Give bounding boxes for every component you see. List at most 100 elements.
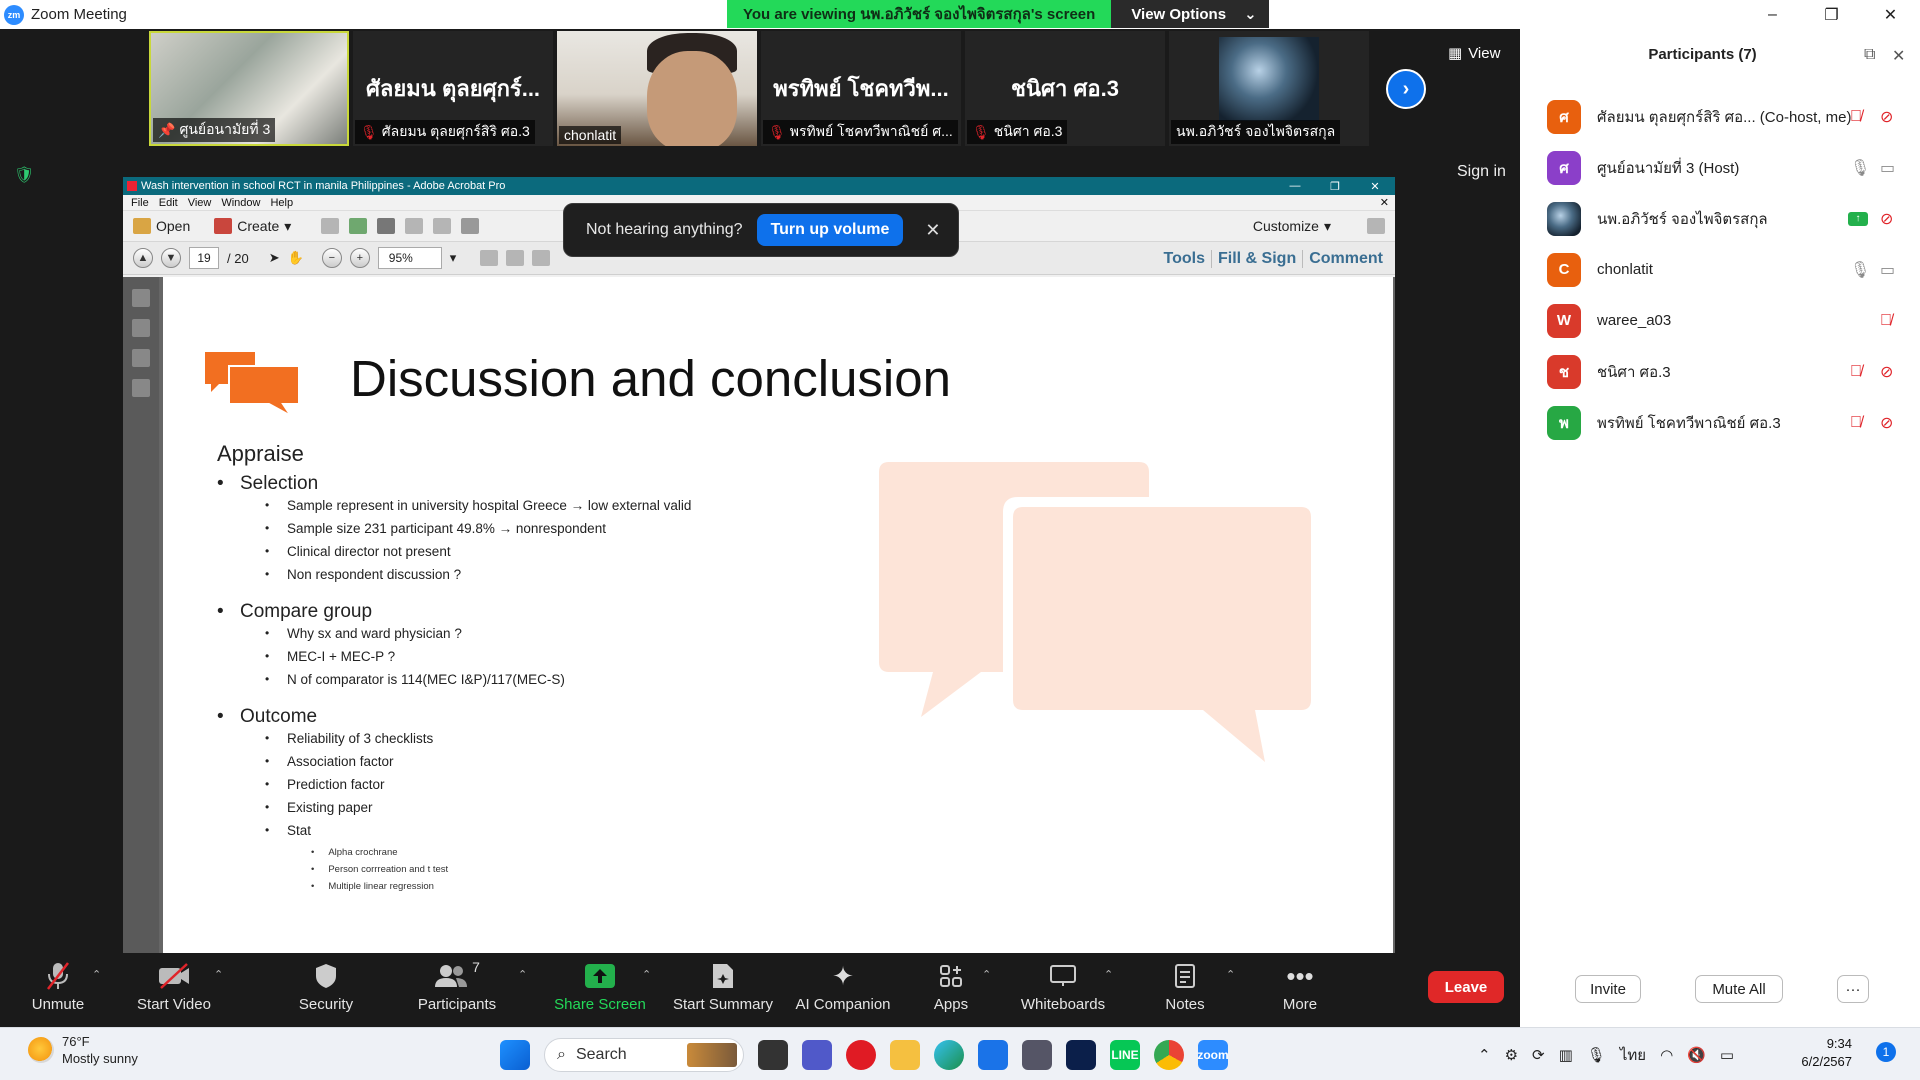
video-tile[interactable]: พรทิพย์ โชคทวีพ... 🎙 พรทิพย์ โชคทวีพาณิชย…	[761, 31, 961, 146]
print-icon[interactable]	[377, 218, 396, 234]
comment-link[interactable]: Comment	[1302, 249, 1389, 268]
open-button[interactable]: Open	[133, 218, 190, 234]
app-icon[interactable]	[1022, 1040, 1052, 1070]
participants-caret[interactable]: ⌃	[518, 968, 527, 981]
security-shield-icon[interactable]: 🛡	[14, 165, 34, 185]
participant-row[interactable]: W waree_a03 🎙̸	[1520, 295, 1920, 346]
fill-sign-link[interactable]: Fill & Sign	[1211, 249, 1302, 268]
tools-link[interactable]: Tools	[1158, 250, 1211, 268]
view-button[interactable]: ▦ View	[1448, 44, 1500, 63]
edit-icon[interactable]	[405, 218, 424, 234]
sync-icon[interactable]: ⟳	[1532, 1046, 1545, 1064]
bookmark-icon[interactable]	[132, 319, 150, 337]
chevron-up-icon[interactable]: ⌃	[1478, 1046, 1491, 1064]
participant-row[interactable]: ศ ศูนย์อนามัยที่ 3 (Host) 🎙 ▭	[1520, 142, 1920, 193]
mic-muted-icon[interactable]: 🎙̸	[1850, 363, 1862, 381]
file-explorer-icon[interactable]	[890, 1040, 920, 1070]
task-view-icon[interactable]	[758, 1040, 788, 1070]
menu-file[interactable]: File	[131, 197, 149, 209]
apps-button[interactable]: Apps	[932, 959, 970, 1013]
settings-icon[interactable]	[461, 218, 480, 234]
whiteboards-caret[interactable]: ⌃	[1104, 968, 1113, 981]
apps-caret[interactable]: ⌃	[982, 968, 991, 981]
participant-row[interactable]: C chonlatit 🎙 ▭	[1520, 244, 1920, 295]
menu-edit[interactable]: Edit	[159, 197, 178, 209]
participant-row[interactable]: นพ.อภิวัชร์ จองไพจิตรสกุล ↑ ⊘	[1520, 193, 1920, 244]
windows-start-icon[interactable]	[500, 1040, 530, 1070]
invite-button[interactable]: Invite	[1575, 975, 1641, 1003]
video-tile[interactable]: 📌 ศูนย์อนามัยที่ 3	[149, 31, 349, 146]
mic-muted-icon[interactable]: 🎙̸	[1880, 312, 1892, 330]
tray-app-icon[interactable]: ⚙	[1505, 1046, 1518, 1064]
pages-icon[interactable]	[132, 289, 150, 307]
sign-in-link[interactable]: Sign in	[1457, 163, 1506, 181]
video-tile[interactable]: ศัลยมน ตุลยศุกร์... 🎙 ศัลยมน ตุลยศุกร์สิร…	[353, 31, 553, 146]
zoom-level-select[interactable]: 95%	[377, 247, 442, 269]
menu-help[interactable]: Help	[270, 197, 293, 209]
video-tile[interactable]: ชนิศา ศอ.3 🎙 ชนิศา ศอ.3	[965, 31, 1165, 146]
weather-widget[interactable]: 76°F Mostly sunny	[28, 1033, 138, 1067]
chevron-down-icon[interactable]: ▾	[450, 250, 457, 266]
more-options-button[interactable]: ···	[1837, 975, 1869, 1003]
unmute-button[interactable]: Unmute	[30, 959, 86, 1013]
volume-muted-icon[interactable]: 🔇	[1687, 1046, 1706, 1064]
cloud-upload-icon[interactable]	[349, 218, 368, 234]
search-box[interactable]: ⌕ Search	[544, 1038, 744, 1072]
notes-caret[interactable]: ⌃	[1226, 968, 1235, 981]
share-screen-button[interactable]: Share Screen	[554, 959, 646, 1013]
meet-app-icon[interactable]	[802, 1040, 832, 1070]
video-off-icon[interactable]: ⊘	[1880, 362, 1893, 382]
more-button[interactable]: ••• More	[1280, 959, 1320, 1014]
menu-view[interactable]: View	[188, 197, 212, 209]
participant-row[interactable]: ช ชนิศา ศอ.3 🎙̸ ⊘	[1520, 346, 1920, 397]
page-up-icon[interactable]: ▲	[133, 248, 153, 268]
audio-options-caret[interactable]: ⌃	[92, 968, 101, 981]
page-number-input[interactable]: 19	[189, 247, 219, 269]
video-icon[interactable]: ▭	[1880, 158, 1895, 178]
close-icon[interactable]: ✕	[925, 220, 940, 241]
video-options-caret[interactable]: ⌃	[214, 968, 223, 981]
menu-window[interactable]: Window	[221, 197, 260, 209]
save-icon[interactable]	[321, 218, 340, 234]
maximize-button[interactable]: ❐	[1802, 0, 1861, 29]
create-button[interactable]: Create ▾	[214, 218, 291, 235]
attachment-icon[interactable]	[132, 349, 150, 367]
fit-width-icon[interactable]	[506, 250, 525, 266]
participants-button[interactable]: 7 Participants	[416, 959, 498, 1013]
minimize-button[interactable]: –	[1743, 0, 1802, 29]
view-options-button[interactable]: View Options ⌄	[1111, 0, 1269, 28]
wifi-icon[interactable]: ◠	[1660, 1046, 1673, 1064]
email-icon[interactable]	[433, 218, 452, 234]
chrome-icon[interactable]	[1154, 1040, 1184, 1070]
start-summary-button[interactable]: Start Summary	[672, 959, 774, 1013]
pop-out-icon[interactable]: ⧉	[1864, 46, 1875, 64]
zoom-app-icon[interactable]: zoom	[1197, 1040, 1229, 1070]
next-page-button[interactable]: ›	[1386, 69, 1426, 109]
start-video-button[interactable]: Start Video	[136, 959, 212, 1013]
security-button[interactable]: Security	[296, 959, 356, 1013]
acrobat-maximize-button[interactable]: ❐	[1315, 177, 1355, 195]
video-off-icon[interactable]: ⊘	[1880, 413, 1893, 433]
doc-close-icon[interactable]: ✕	[1380, 196, 1389, 209]
leave-button[interactable]: Leave	[1428, 971, 1504, 1003]
opera-icon[interactable]	[846, 1040, 876, 1070]
webex-icon[interactable]	[1066, 1040, 1096, 1070]
whiteboards-button[interactable]: Whiteboards	[1018, 959, 1108, 1013]
notification-badge[interactable]: 1	[1876, 1042, 1896, 1062]
zoom-out-icon[interactable]: −	[321, 248, 342, 268]
microphone-icon[interactable]: 🎙	[1587, 1046, 1606, 1064]
participant-row[interactable]: พ พรทิพย์ โชคทวีพาณิชย์ ศอ.3 🎙̸ ⊘	[1520, 397, 1920, 448]
customize-button[interactable]: Customize ▾	[1253, 218, 1331, 235]
video-off-icon[interactable]: ⊘	[1880, 107, 1893, 127]
expand-icon[interactable]	[1367, 218, 1385, 234]
line-icon[interactable]: LINE	[1110, 1040, 1140, 1070]
language-indicator[interactable]: ไทย	[1620, 1043, 1646, 1067]
participant-row[interactable]: ศ ศัลยมน ตุลยศุกร์สิริ ศอ... (Co-host, m…	[1520, 91, 1920, 142]
signature-icon[interactable]	[132, 379, 150, 397]
edge-icon[interactable]	[934, 1040, 964, 1070]
video-off-icon[interactable]: ⊘	[1880, 209, 1893, 229]
acrobat-close-button[interactable]: ✕	[1355, 177, 1395, 195]
fit-page-icon[interactable]	[480, 250, 499, 266]
video-tile[interactable]: นพ.อภิวัชร์ จองไพจิตรสกุล	[1169, 31, 1369, 146]
close-button[interactable]: ✕	[1861, 0, 1920, 29]
